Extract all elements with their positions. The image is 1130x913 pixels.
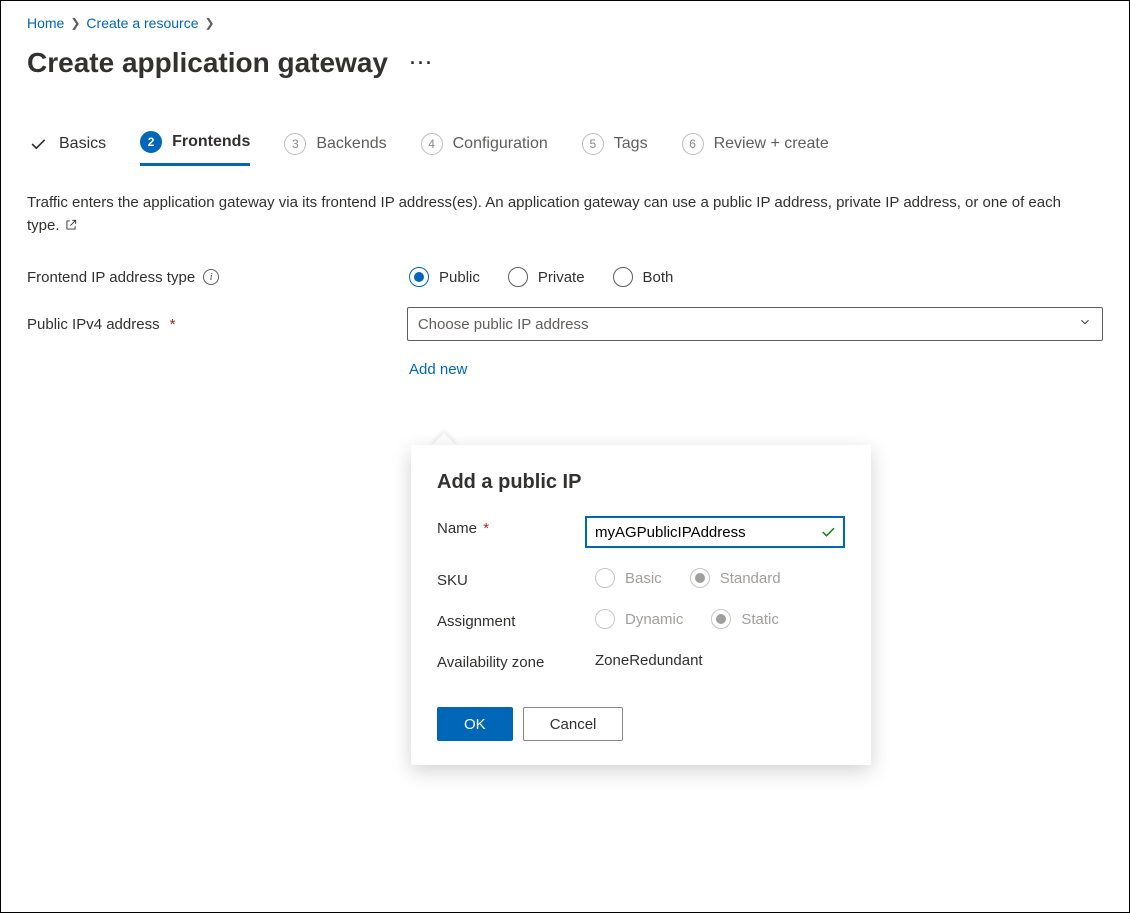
chevron-down-icon [1078,315,1092,333]
availability-zone-value: ZoneRedundant [595,650,845,669]
assignment-label: Assignment [437,609,595,630]
check-icon [27,133,49,155]
more-actions-icon[interactable]: ··· [410,53,434,74]
external-link-icon[interactable] [64,217,78,240]
ok-button[interactable]: OK [437,707,513,741]
name-label: Name * [437,516,585,537]
breadcrumb-home[interactable]: Home [27,15,64,31]
page-title: Create application gateway ··· [27,47,1103,79]
tab-tags[interactable]: 5 Tags [582,133,648,165]
tab-configuration[interactable]: 4 Configuration [421,133,548,165]
tab-label: Review + create [714,135,829,153]
step-number-icon: 2 [140,131,162,153]
radio-both[interactable]: Both [613,267,674,287]
radio-sku-basic: Basic [595,568,662,588]
frontend-form: Frontend IP address type i Public Privat… [27,267,1103,378]
info-icon[interactable]: i [203,269,219,285]
tab-label: Frontends [172,133,250,151]
radio-assignment-dynamic: Dynamic [595,609,683,629]
add-new-link[interactable]: Add new [409,361,467,378]
radio-assignment-static: Static [711,609,779,629]
frontend-ip-type-label: Frontend IP address type i [27,269,409,286]
radio-public[interactable]: Public [409,267,480,287]
radio-sku-standard: Standard [690,568,781,588]
tab-basics[interactable]: Basics [27,133,106,165]
public-ip-select-value: Choose public IP address [418,316,589,333]
tab-label: Backends [316,135,386,153]
public-ip-select[interactable]: Choose public IP address [407,307,1103,341]
tabs: Basics 2 Frontends 3 Backends 4 Configur… [27,131,1103,166]
check-icon [819,523,837,544]
tab-frontends[interactable]: 2 Frontends [140,131,250,166]
tab-label: Tags [614,135,648,153]
sku-label: SKU [437,568,595,589]
breadcrumb-create-resource[interactable]: Create a resource [86,15,198,31]
step-number-icon: 4 [421,133,443,155]
tab-label: Configuration [453,135,548,153]
step-number-icon: 3 [284,133,306,155]
callout-title: Add a public IP [437,471,845,494]
step-number-icon: 5 [582,133,604,155]
tab-label: Basics [59,135,106,153]
tab-review-create[interactable]: 6 Review + create [682,133,829,165]
page-title-text: Create application gateway [27,47,388,79]
radio-private[interactable]: Private [508,267,585,287]
availability-zone-label: Availability zone [437,650,595,671]
add-public-ip-callout: Add a public IP Name * SKU Basic [411,445,871,765]
breadcrumb: Home ❯ Create a resource ❯ [27,15,1103,31]
cancel-button[interactable]: Cancel [523,707,624,741]
chevron-right-icon: ❯ [204,16,214,30]
step-number-icon: 6 [682,133,704,155]
description-text: Traffic enters the application gateway v… [27,192,1087,239]
name-input[interactable] [585,516,845,548]
chevron-right-icon: ❯ [70,16,80,30]
frontend-ip-type-radios: Public Private Both [409,267,673,287]
public-ip-label: Public IPv4 address* [27,316,407,333]
tab-backends[interactable]: 3 Backends [284,133,386,165]
